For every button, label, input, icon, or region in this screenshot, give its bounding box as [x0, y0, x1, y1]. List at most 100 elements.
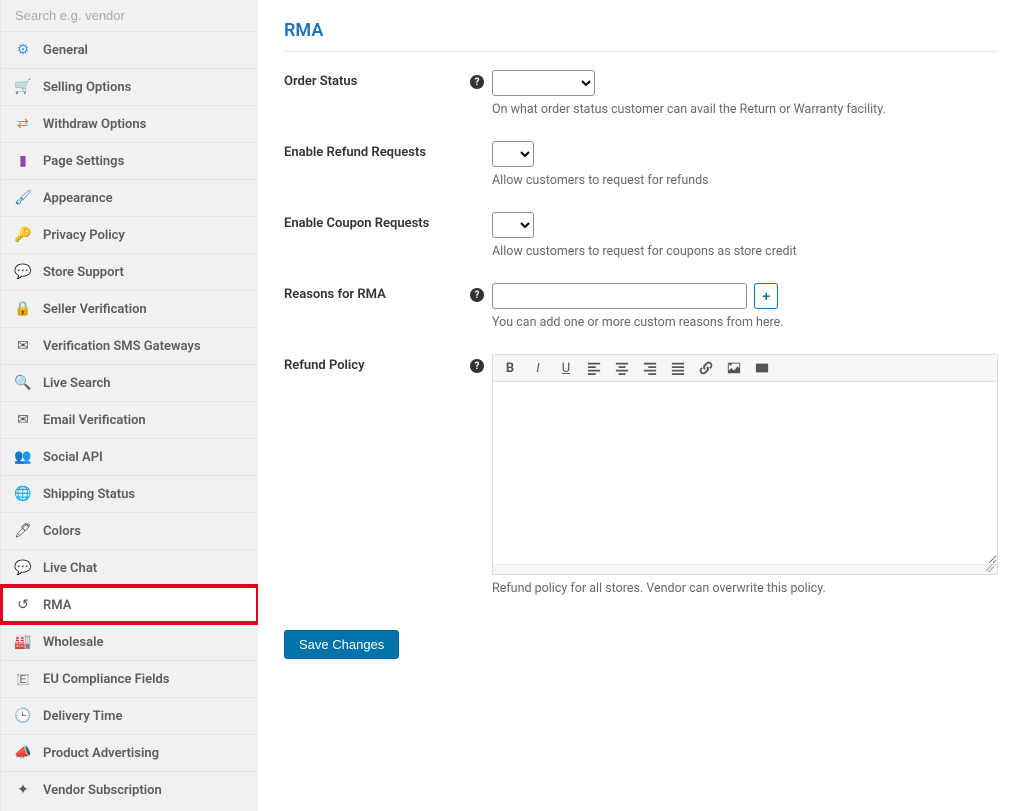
sidebar-item-label: Live Search: [43, 376, 111, 391]
sidebar-item-label: Delivery Time: [43, 709, 122, 724]
help-icon[interactable]: ?: [470, 359, 484, 373]
sidebar-item-label: Verification SMS Gateways: [43, 339, 201, 354]
field-reasons: Reasons for RMA ? + You can add one or m…: [284, 283, 998, 330]
align-left-icon[interactable]: [585, 359, 603, 377]
bold-icon[interactable]: B: [501, 359, 519, 377]
sidebar-item-general[interactable]: ⚙ General: [1, 31, 258, 68]
sidebar-item-eu-compliance-fields[interactable]: 🇪 EU Compliance Fields: [1, 660, 258, 697]
enable-coupon-label: Enable Coupon Requests: [284, 212, 462, 231]
order-status-label: Order Status: [284, 70, 462, 89]
field-refund-policy: Refund Policy ? B I U: [284, 354, 998, 596]
order-status-select[interactable]: [492, 70, 595, 96]
sidebar-item-rma[interactable]: ↺ RMA: [1, 586, 258, 623]
eu-icon: 🇪: [15, 671, 31, 687]
page-title: RMA: [284, 20, 998, 41]
resize-handle[interactable]: [493, 564, 997, 574]
enable-coupon-description: Allow customers to request for coupons a…: [492, 244, 998, 259]
sidebar-item-colors[interactable]: 🖊 Colors: [1, 512, 258, 549]
enable-refund-description: Allow customers to request for refunds: [492, 173, 998, 188]
social-icon: 👥: [15, 449, 31, 465]
sidebar-item-page-settings[interactable]: ▮Page Settings: [1, 142, 258, 179]
sidebar-item-social-api[interactable]: 👥 Social API: [1, 438, 258, 475]
sidebar-item-seller-verification[interactable]: 🔒 Seller Verification: [1, 290, 258, 327]
sidebar-item-label: Privacy Policy: [43, 228, 125, 243]
sidebar-item-label: Selling Options: [43, 80, 131, 95]
sidebar-item-label: Colors: [43, 524, 81, 539]
rma-icon: ↺: [15, 597, 31, 613]
sidebar-search-input[interactable]: [1, 0, 258, 31]
gear-icon: ⚙: [15, 42, 31, 58]
sidebar-item-vendor-subscription[interactable]: ✦ Vendor Subscription: [1, 771, 258, 808]
sidebar-item-label: Appearance: [43, 191, 113, 206]
sidebar-item-label: Page Settings: [43, 154, 124, 169]
lock-icon: 🔒: [15, 301, 31, 317]
save-button[interactable]: Save Changes: [284, 630, 399, 659]
field-enable-refund: Enable Refund Requests No Allow customer…: [284, 141, 998, 188]
sidebar-item-label: Vendor Subscription: [43, 783, 162, 798]
field-enable-coupon: Enable Coupon Requests No Allow customer…: [284, 212, 998, 259]
enable-refund-label: Enable Refund Requests: [284, 141, 462, 160]
refund-policy-label: Refund Policy: [284, 354, 462, 373]
italic-icon[interactable]: I: [529, 359, 547, 377]
sidebar-item-store-support[interactable]: 💬 Store Support: [1, 253, 258, 290]
sidebar-item-live-chat[interactable]: 💬 Live Chat: [1, 549, 258, 586]
sidebar-item-label: Live Chat: [43, 561, 97, 576]
image-icon[interactable]: [725, 359, 743, 377]
keyboard-icon[interactable]: [753, 359, 771, 377]
appearance-icon: 🖌: [15, 190, 31, 206]
reasons-description: You can add one or more custom reasons f…: [492, 315, 998, 330]
field-order-status: Order Status ? On what order status cust…: [284, 70, 998, 117]
sidebar-item-label: General: [43, 43, 88, 58]
email-icon: ✉: [15, 412, 31, 428]
sidebar-item-shipping-status[interactable]: 🌐Shipping Status: [1, 475, 258, 512]
subscription-icon: ✦: [15, 782, 31, 798]
sidebar-item-label: Email Verification: [43, 413, 146, 428]
enable-refund-select[interactable]: No: [492, 141, 534, 167]
order-status-description: On what order status customer can avail …: [492, 102, 998, 117]
settings-sidebar: ⚙ General 🛒 Selling Options ⇄Withdraw Option…: [0, 0, 258, 811]
sidebar-item-label: Withdraw Options: [43, 117, 146, 132]
enable-coupon-select[interactable]: No: [492, 212, 534, 238]
colors-icon: 🖊: [15, 523, 31, 539]
refund-policy-editor: B I U: [492, 354, 998, 575]
sidebar-item-label: RMA: [43, 598, 71, 613]
refund-policy-description: Refund policy for all stores. Vendor can…: [492, 581, 998, 596]
sidebar-item-selling-options[interactable]: 🛒 Selling Options: [1, 68, 258, 105]
support-icon: 💬: [15, 264, 31, 280]
sidebar-item-delivery-time[interactable]: 🕒 Delivery Time: [1, 697, 258, 734]
sidebar-item-label: Wholesale: [43, 635, 103, 650]
section-divider: [284, 51, 998, 52]
privacy-icon: 🔑: [15, 227, 31, 243]
sidebar-item-label: Product Advertising: [43, 746, 159, 761]
sidebar-item-product-advertising[interactable]: 📣Product Advertising: [1, 734, 258, 771]
sidebar-item-label: Seller Verification: [43, 302, 147, 317]
align-center-icon[interactable]: [613, 359, 631, 377]
refund-policy-textarea[interactable]: [493, 382, 997, 564]
underline-icon[interactable]: U: [557, 359, 575, 377]
sidebar-item-live-search[interactable]: 🔍Live Search: [1, 364, 258, 401]
sidebar-item-label: Shipping Status: [43, 487, 135, 502]
sidebar-item-label: EU Compliance Fields: [43, 672, 169, 687]
reasons-label: Reasons for RMA: [284, 283, 462, 302]
chat-icon: 💬: [15, 560, 31, 576]
sidebar-item-appearance[interactable]: 🖌 Appearance: [1, 179, 258, 216]
main-content: RMA Order Status ? On what order status …: [258, 0, 1024, 811]
sidebar-item-withdraw-options[interactable]: ⇄Withdraw Options: [1, 105, 258, 142]
sidebar-item-privacy-policy[interactable]: 🔑 Privacy Policy: [1, 216, 258, 253]
align-right-icon[interactable]: [641, 359, 659, 377]
align-justify-icon[interactable]: [669, 359, 687, 377]
envelope-icon: ✉: [15, 338, 31, 354]
sidebar-item-label: Store Support: [43, 265, 124, 280]
sidebar-item-verification-sms-gateways[interactable]: ✉ Verification SMS Gateways: [1, 327, 258, 364]
editor-toolbar: B I U: [493, 355, 997, 382]
clock-icon: 🕒: [15, 708, 31, 724]
help-icon[interactable]: ?: [470, 75, 484, 89]
add-reason-button[interactable]: +: [754, 283, 778, 309]
cart-icon: 🛒: [15, 79, 31, 95]
sidebar-item-label: Social API: [43, 450, 103, 465]
help-icon[interactable]: ?: [470, 288, 484, 302]
link-icon[interactable]: [697, 359, 715, 377]
sidebar-item-wholesale[interactable]: 🏭Wholesale: [1, 623, 258, 660]
sidebar-item-email-verification[interactable]: ✉ Email Verification: [1, 401, 258, 438]
reasons-input[interactable]: [492, 283, 747, 309]
